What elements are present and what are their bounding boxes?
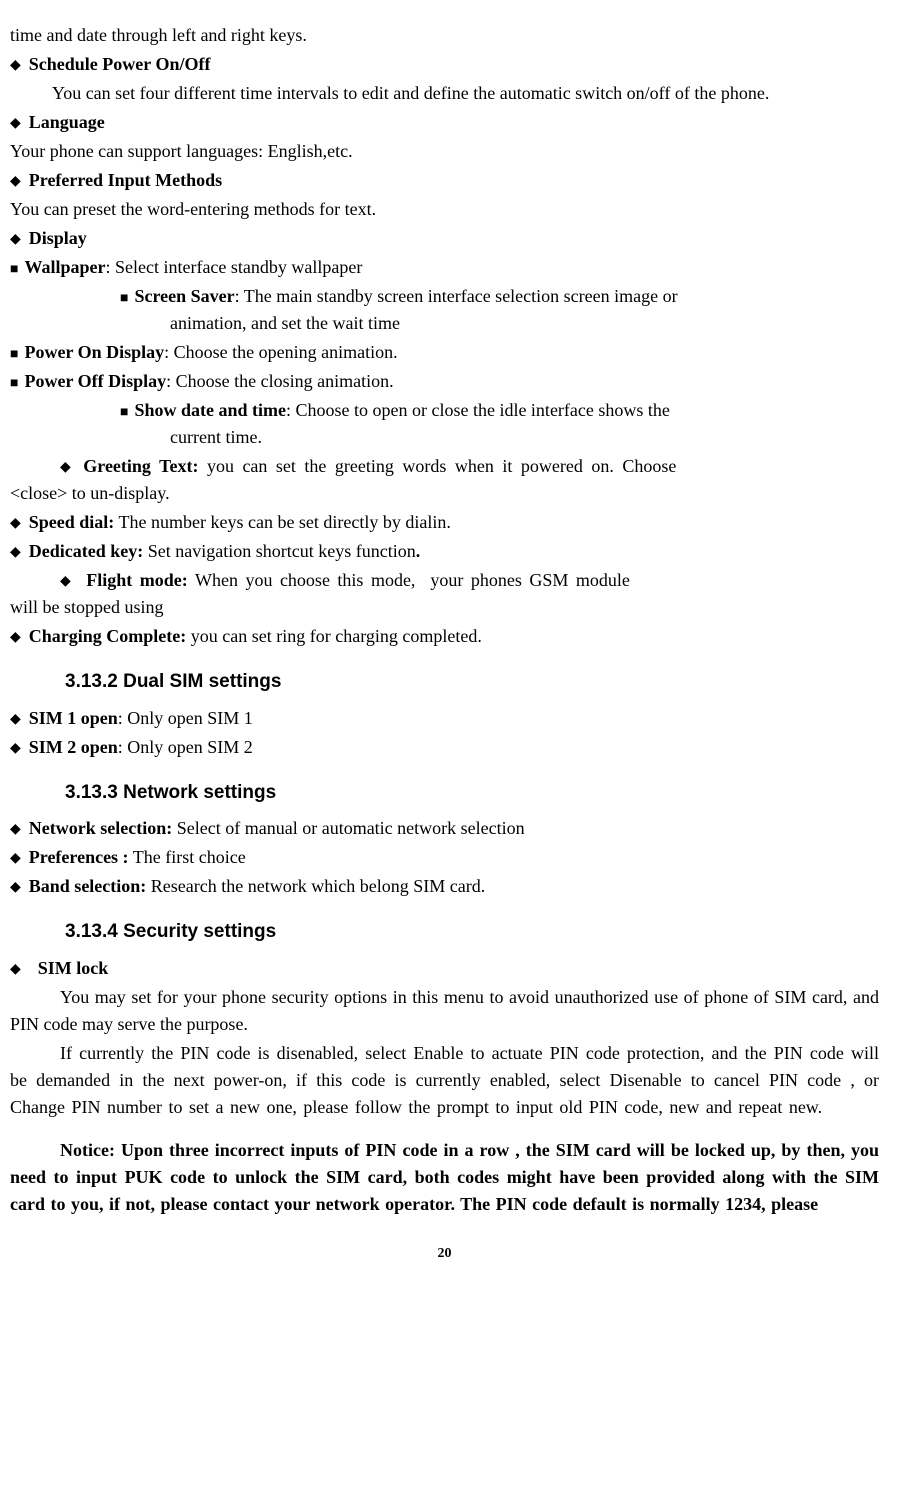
trailing-dot: .: [416, 541, 421, 561]
diamond-icon: ◆: [10, 229, 21, 250]
sub-tail-cont: animation, and set the wait time: [170, 310, 879, 337]
sub-tail: : Choose to open or close the idle inter…: [286, 400, 670, 420]
input-methods-item: ◆ Preferred Input Methods: [10, 167, 879, 194]
item-head: Network selection:: [29, 818, 172, 838]
greeting-item: ◆ Greeting Text: you can set the greetin…: [10, 453, 879, 507]
item-head: Preferences :: [29, 847, 129, 867]
diamond-icon: ◆: [10, 959, 21, 980]
item-head: Language: [29, 112, 105, 132]
sub-head: Power On Display: [24, 342, 164, 362]
item-head: Greeting Text:: [83, 456, 198, 476]
diamond-icon: ◆: [10, 513, 21, 534]
simlock-p2: If currently the PIN code is disenabled,…: [10, 1040, 879, 1121]
poweron-sub: ■ Power On Display: Choose the opening a…: [10, 339, 879, 366]
sim1-item: ◆ SIM 1 open: Only open SIM 1: [10, 705, 879, 732]
sub-head: Wallpaper: [24, 257, 105, 277]
item-tail: The first choice: [133, 847, 246, 867]
square-icon: ■: [10, 344, 18, 365]
sub-tail: : Select interface standby wallpaper: [105, 257, 362, 277]
diamond-icon: ◆: [10, 709, 21, 730]
diamond-icon: ◆: [10, 848, 21, 869]
input-methods-body: You can preset the word-entering methods…: [10, 196, 879, 223]
square-icon: ■: [120, 291, 128, 306]
sub-tail: : The main standby screen interface sele…: [235, 286, 678, 306]
diamond-icon: ◆: [10, 877, 21, 898]
item-head: Preferred Input Methods: [29, 170, 222, 190]
item-tail: you can set ring for charging completed.: [191, 626, 482, 646]
sub-tail-cont: current time.: [170, 424, 879, 451]
diamond-icon: ◆: [10, 113, 21, 134]
item-head: Schedule Power On/Off: [29, 54, 211, 74]
sub-head: Screen Saver: [134, 286, 234, 306]
preferences-item: ◆ Preferences : The first choice: [10, 844, 879, 871]
display-item: ◆ Display: [10, 225, 879, 252]
diamond-icon: ◆: [10, 542, 21, 563]
item-tail: When you choose this mode, your phones G…: [195, 570, 630, 590]
charging-item: ◆ Charging Complete: you can set ring fo…: [10, 623, 879, 650]
item-head: SIM lock: [38, 958, 109, 978]
diamond-icon: ◆: [10, 627, 21, 648]
item-head: SIM 1 open: [29, 708, 118, 728]
item-head: Flight mode:: [86, 570, 188, 590]
screensaver-sub: ■ Screen Saver: The main standby screen i…: [120, 283, 879, 337]
diamond-icon: ◆: [10, 171, 21, 192]
item-head: Band selection:: [29, 876, 147, 896]
intro-fragment: time and date through left and right key…: [10, 22, 879, 49]
band-sel-item: ◆ Band selection: Research the network w…: [10, 873, 879, 900]
simlock-p1: You may set for your phone security opti…: [10, 984, 879, 1038]
square-icon: ■: [10, 373, 18, 394]
language-item: ◆ Language: [10, 109, 879, 136]
item-tail-cont: <close> to un-display.: [10, 483, 170, 503]
sub-tail: : Choose the opening animation.: [164, 342, 397, 362]
simlock-item: ◆ SIM lock: [10, 955, 879, 982]
item-head: SIM 2 open: [29, 737, 118, 757]
item-tail: Select of manual or automatic network se…: [177, 818, 525, 838]
speeddial-item: ◆ Speed dial: The number keys can be set…: [10, 509, 879, 536]
schedule-power-item: ◆ Schedule Power On/Off: [10, 51, 879, 78]
item-tail: you can set the greeting words when it p…: [207, 456, 676, 476]
item-tail-cont: will be stopped using: [10, 594, 879, 621]
sub-tail: : Choose the closing animation.: [166, 371, 393, 391]
item-tail: : Only open SIM 1: [118, 708, 253, 728]
item-tail: : Only open SIM 2: [118, 737, 253, 757]
poweroff-sub: ■ Power Off Display: Choose the closing …: [10, 368, 879, 395]
notice-text: Notice: Upon three incorrect inputs of P…: [10, 1137, 879, 1218]
item-head: Charging Complete:: [29, 626, 186, 646]
schedule-body: You can set four different time interval…: [10, 80, 879, 107]
item-head: Dedicated key:: [29, 541, 143, 561]
heading-security: 3.13.4 Security settings: [65, 918, 879, 947]
sub-head: Show date and time: [134, 400, 286, 420]
dedicated-item: ◆ Dedicated key: Set navigation shortcut…: [10, 538, 879, 565]
square-icon: ■: [120, 405, 128, 420]
flight-item: ◆ Flight mode: When you choose this mode…: [10, 567, 879, 621]
diamond-icon: ◆: [10, 819, 21, 840]
item-head: Speed dial:: [29, 512, 115, 532]
diamond-icon: ◆: [10, 738, 21, 759]
heading-network: 3.13.3 Network settings: [65, 779, 879, 808]
item-head: Display: [29, 228, 87, 248]
language-body: Your phone can support languages: Englis…: [10, 138, 879, 165]
heading-dual-sim: 3.13.2 Dual SIM settings: [65, 668, 879, 697]
network-sel-item: ◆ Network selection: Select of manual or…: [10, 815, 879, 842]
diamond-icon: ◆: [60, 574, 71, 589]
diamond-icon: ◆: [60, 460, 71, 475]
showdate-sub: ■ Show date and time: Choose to open or c…: [120, 397, 879, 451]
square-icon: ■: [10, 259, 18, 280]
diamond-icon: ◆: [10, 55, 21, 76]
item-tail: Set navigation shortcut keys function: [148, 541, 416, 561]
sub-head: Power Off Display: [24, 371, 166, 391]
wallpaper-sub: ■ Wallpaper: Select interface standby wa…: [10, 254, 879, 281]
sim2-item: ◆ SIM 2 open: Only open SIM 2: [10, 734, 879, 761]
item-tail: Research the network which belong SIM ca…: [151, 876, 485, 896]
item-tail: The number keys can be set directly by d…: [119, 512, 451, 532]
page-number: 20: [10, 1243, 879, 1264]
